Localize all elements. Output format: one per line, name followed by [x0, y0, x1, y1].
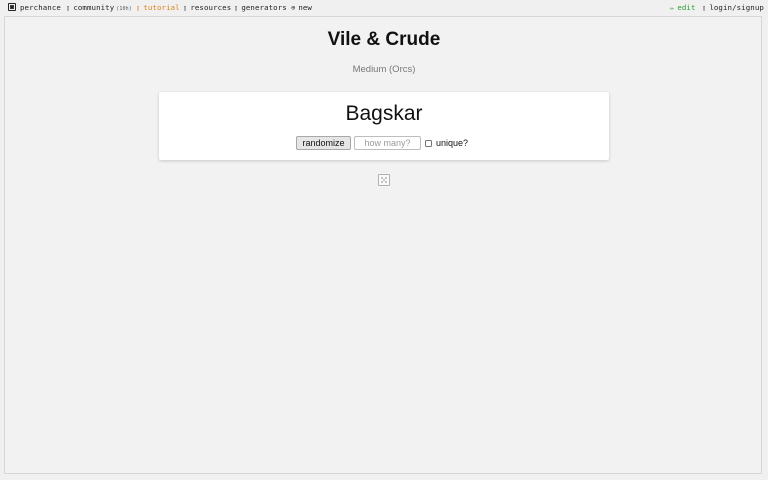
page-subtitle: Medium (Orcs)	[352, 64, 416, 75]
generated-name: Bagskar	[345, 102, 423, 125]
nav-community[interactable]: ▯ community (10h)	[66, 3, 132, 14]
book-icon: ▯	[183, 4, 188, 12]
generator-frame	[4, 16, 762, 474]
nav-edit-label: edit	[677, 3, 696, 12]
plus-circle-icon: ⊕	[291, 4, 296, 12]
pencil-icon: ✏	[670, 4, 675, 12]
nav-resources[interactable]: ▯ resources	[183, 3, 231, 13]
person-icon: ▯	[702, 4, 707, 12]
randomize-button[interactable]: randomize	[296, 136, 351, 150]
nav-generators[interactable]: ▯ generators	[234, 3, 287, 13]
nav-edit[interactable]: ✏ edit	[670, 3, 696, 13]
dice-icon	[8, 3, 16, 11]
book-icon: ▯	[234, 4, 239, 12]
top-nav-bar: perchance ▯ community (10h) ▯ tutorial ▯ res…	[0, 0, 768, 16]
how-many-input[interactable]: how many?	[354, 136, 421, 150]
unique-checkbox[interactable]	[425, 140, 432, 147]
unique-label: unique?	[436, 138, 469, 148]
nav-perchance[interactable]: perchance	[8, 3, 61, 13]
nav-community-label: community	[73, 3, 115, 12]
nav-resources-label: resources	[190, 3, 232, 12]
output-card: Bagskar randomize how many? unique?	[159, 92, 609, 160]
book-icon: ▯	[136, 4, 141, 12]
nav-generators-label: generators	[241, 3, 287, 12]
page-title: Vile & Crude	[327, 29, 441, 50]
chat-icon: ▯	[66, 4, 71, 12]
nav-login-label: login/signup	[709, 3, 764, 12]
community-count: (10h)	[116, 6, 132, 12]
nav-tutorial-label: tutorial	[143, 3, 180, 12]
nav-login[interactable]: ▯ login/signup	[702, 3, 764, 13]
nav-tutorial[interactable]: ▯ tutorial	[136, 3, 180, 13]
nav-perchance-label: perchance	[20, 3, 61, 12]
nav-new-label: new	[298, 3, 312, 12]
dice-icon	[378, 174, 390, 186]
nav-new[interactable]: ⊕ new	[291, 3, 312, 13]
